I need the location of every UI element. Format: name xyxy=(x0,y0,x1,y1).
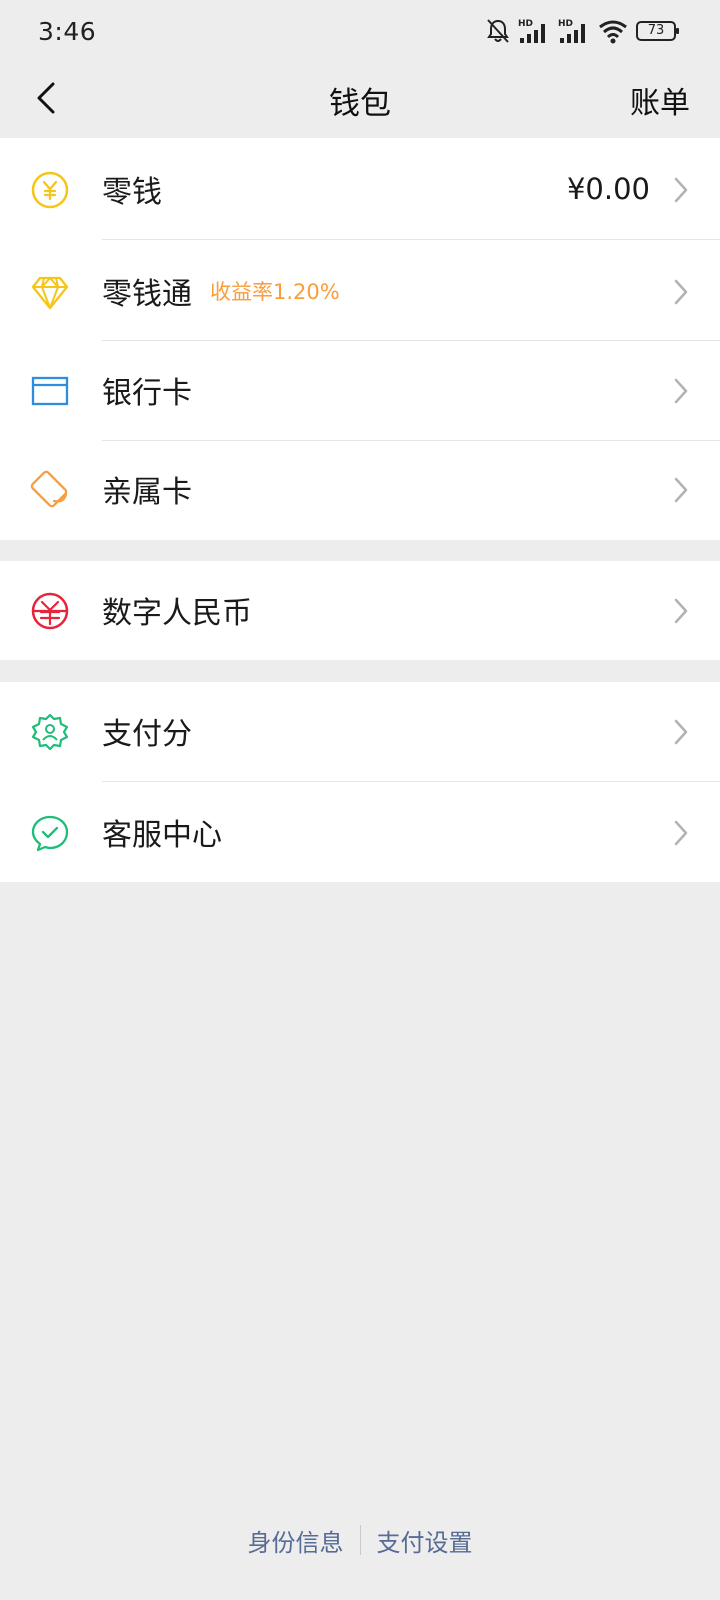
digital-rmb-label: 数字人民币 xyxy=(102,596,252,631)
pay-score-label: 支付分 xyxy=(102,717,192,752)
status-time: 3:46 xyxy=(38,16,97,46)
chevron-right-icon xyxy=(674,378,688,404)
wallet-section-3: 支付分 客服中心 xyxy=(0,682,720,882)
battery-icon: 73 xyxy=(636,20,680,42)
customer-service-label: 客服中心 xyxy=(102,818,222,853)
page-title: 钱包 xyxy=(329,85,391,122)
wifi-icon xyxy=(598,18,628,44)
family-card-label: 亲属卡 xyxy=(102,475,192,510)
family-card-icon xyxy=(30,470,70,510)
chevron-right-icon xyxy=(674,477,688,503)
family-card-row[interactable]: 亲属卡 xyxy=(0,438,720,540)
change-row[interactable]: 零钱 ¥0.00 xyxy=(0,138,720,240)
footer-links: 身份信息 支付设置 xyxy=(0,1520,720,1560)
pay-score-row[interactable]: 支付分 xyxy=(0,680,720,782)
back-button[interactable] xyxy=(22,76,70,124)
change-label: 零钱 xyxy=(102,175,162,210)
identity-info-link[interactable]: 身份信息 xyxy=(248,1523,344,1558)
chevron-right-icon xyxy=(674,177,688,203)
status-icons: HD HD 73 xyxy=(486,18,680,44)
chevron-right-icon xyxy=(674,820,688,846)
change-pass-row[interactable]: 零钱通 收益率1.20% xyxy=(0,240,720,342)
pay-settings-link[interactable]: 支付设置 xyxy=(377,1523,473,1558)
digital-rmb-row[interactable]: 数字人民币 xyxy=(0,559,720,661)
battery-level: 73 xyxy=(647,23,665,38)
change-pass-label: 零钱通 xyxy=(102,277,192,312)
bank-card-label: 银行卡 xyxy=(102,376,192,411)
bank-card-icon xyxy=(30,371,70,411)
hd-signal-icon: HD xyxy=(518,18,550,44)
change-pass-label-wrap: 零钱通 收益率1.20% xyxy=(102,240,340,342)
bill-button[interactable]: 账单 xyxy=(630,62,690,138)
wallet-section-2: 数字人民币 xyxy=(0,561,720,660)
hd-signal-icon: HD xyxy=(558,18,590,44)
chevron-right-icon xyxy=(674,279,688,305)
status-bar: 3:46 HD HD 73 xyxy=(0,0,720,62)
footer-separator xyxy=(359,1525,361,1555)
header: 钱包 账单 xyxy=(0,62,720,138)
customer-service-icon xyxy=(30,813,70,853)
change-balance: ¥0.00 xyxy=(566,172,650,206)
chevron-right-icon xyxy=(674,598,688,624)
chevron-left-icon xyxy=(36,82,56,118)
digital-rmb-icon xyxy=(30,591,70,631)
pay-score-icon xyxy=(30,712,70,752)
bell-muted-icon xyxy=(486,18,510,44)
chevron-right-icon xyxy=(674,719,688,745)
yuan-coin-icon xyxy=(30,170,70,210)
diamond-icon xyxy=(30,272,70,312)
bank-card-row[interactable]: 银行卡 xyxy=(0,339,720,441)
yield-rate-badge: 收益率1.20% xyxy=(210,280,340,304)
customer-service-row[interactable]: 客服中心 xyxy=(0,781,720,883)
svg-text:HD: HD xyxy=(558,19,573,29)
wallet-section-1: 零钱 ¥0.00 零钱通 收益率1.20% 银行卡 亲属卡 xyxy=(0,138,720,540)
svg-text:HD: HD xyxy=(518,19,533,29)
